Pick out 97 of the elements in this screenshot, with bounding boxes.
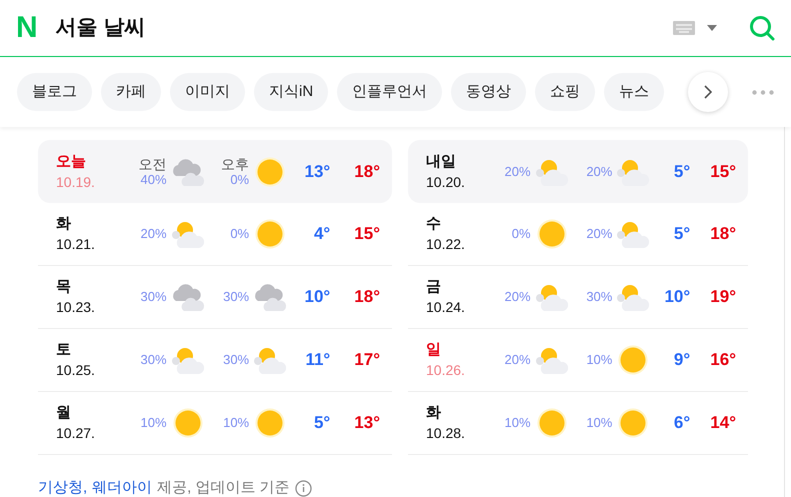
rain-chance: 10% <box>586 415 612 431</box>
rain-chance: 30% <box>223 289 250 305</box>
day-name: 금 <box>426 277 442 297</box>
category-tab[interactable]: 인플루언서 <box>337 73 442 111</box>
sun-cloud-icon <box>615 219 652 249</box>
high-temperature: 16° <box>709 349 737 372</box>
high-temperature: 15° <box>709 160 737 183</box>
day-date: 10.20. <box>426 172 466 192</box>
day-name: 수 <box>426 214 442 234</box>
info-icon[interactable] <box>294 480 312 497</box>
low-temperature: 11° <box>304 349 330 372</box>
day-name: 목 <box>56 277 72 297</box>
rain-chance: 0% <box>230 172 250 188</box>
rain-chance: 30% <box>140 352 167 368</box>
sun-icon <box>172 408 203 438</box>
day-date: 10.22. <box>426 235 466 254</box>
sun-icon <box>618 345 648 375</box>
day-date: 10.26. <box>426 361 466 380</box>
category-tab[interactable]: 지식iN <box>254 73 328 111</box>
footer-text: 제공, 업데이트 기준 <box>157 478 290 497</box>
day-name: 화 <box>56 214 72 234</box>
low-temperature: 13° <box>304 160 330 183</box>
day-name: 일 <box>426 340 442 360</box>
high-temperature: 15° <box>353 223 381 246</box>
search-icon[interactable] <box>749 15 775 41</box>
rain-chance: 10% <box>504 415 531 431</box>
source-link[interactable]: 웨더아이 <box>92 477 152 497</box>
low-temperature: 10° <box>304 286 330 308</box>
source-link[interactable]: 기상청, <box>38 477 88 497</box>
sun-cloud-icon <box>170 345 206 375</box>
rain-chance: 20% <box>586 226 612 242</box>
rain-chance: 20% <box>586 164 612 180</box>
day-name: 내일 <box>426 152 457 172</box>
category-tab[interactable]: 동영상 <box>451 73 526 111</box>
day-date: 10.19. <box>56 172 96 192</box>
low-temperature: 9° <box>672 349 690 372</box>
day-date: 10.21. <box>56 235 96 254</box>
more-icon[interactable] <box>752 90 774 95</box>
chevron-right-icon <box>704 85 712 99</box>
day-name: 토 <box>56 340 72 360</box>
high-temperature: 17° <box>353 349 381 372</box>
sun-icon <box>536 219 567 249</box>
rain-chance: 20% <box>140 226 167 242</box>
category-tab[interactable]: 블로그 <box>17 73 92 111</box>
rain-chance: 10% <box>140 415 167 431</box>
day-name: 오늘 <box>56 152 87 172</box>
day-date: 10.27. <box>56 424 96 443</box>
rain-chance: 30% <box>140 289 167 305</box>
sun-cloud-icon <box>615 282 652 312</box>
search-query[interactable]: 서울 날씨 <box>56 12 146 44</box>
sun-cloud-icon <box>534 282 570 312</box>
high-temperature: 18° <box>353 286 381 308</box>
category-tab[interactable]: 카페 <box>101 73 161 111</box>
sun-cloud-icon <box>170 219 206 249</box>
high-temperature: 14° <box>709 412 737 434</box>
day-date: 10.23. <box>56 298 96 317</box>
sun-icon <box>536 408 567 438</box>
rain-chance: 10% <box>223 415 250 431</box>
category-tab[interactable]: 쇼핑 <box>535 73 596 111</box>
time-label: 오전 <box>138 156 167 172</box>
rain-chance: 20% <box>504 164 531 180</box>
low-temperature: 5° <box>672 160 690 183</box>
day-date: 10.25. <box>56 361 96 380</box>
sun-icon <box>255 219 286 249</box>
rain-chance: 20% <box>504 352 531 368</box>
time-label: 오후 <box>221 156 250 172</box>
high-temperature: 13° <box>353 412 381 434</box>
high-temperature: 19° <box>709 286 737 308</box>
caret-icon[interactable] <box>707 25 717 31</box>
day-name: 월 <box>56 403 72 423</box>
sun-icon <box>255 156 286 186</box>
rain-chance: 20% <box>504 289 531 305</box>
rain-chance: 0% <box>512 226 531 242</box>
sun-icon <box>255 408 286 438</box>
sun-icon <box>618 408 648 438</box>
high-temperature: 18° <box>353 160 381 183</box>
rain-chance: 10% <box>586 352 612 368</box>
high-temperature: 18° <box>709 223 737 246</box>
rain-chance: 30% <box>223 352 250 368</box>
low-temperature: 4° <box>312 223 330 246</box>
day-date: 10.28. <box>426 424 466 443</box>
category-tab[interactable]: 뉴스 <box>604 73 664 111</box>
low-temperature: 6° <box>672 412 690 434</box>
low-temperature: 10° <box>663 286 690 308</box>
category-tab[interactable]: 이미지 <box>170 73 245 111</box>
day-name: 화 <box>426 403 442 423</box>
low-temperature: 5° <box>312 412 330 434</box>
rain-chance: 0% <box>230 226 250 242</box>
next-button[interactable] <box>688 72 728 112</box>
sun-cloud-icon <box>534 345 570 375</box>
clouds-icon <box>252 282 288 312</box>
rain-chance: 40% <box>140 172 167 188</box>
keyboard-icon[interactable] <box>673 21 695 35</box>
sun-cloud-icon <box>252 345 288 375</box>
rain-chance: 30% <box>586 289 612 305</box>
low-temperature: 5° <box>672 223 690 246</box>
day-date: 10.24. <box>426 298 466 317</box>
